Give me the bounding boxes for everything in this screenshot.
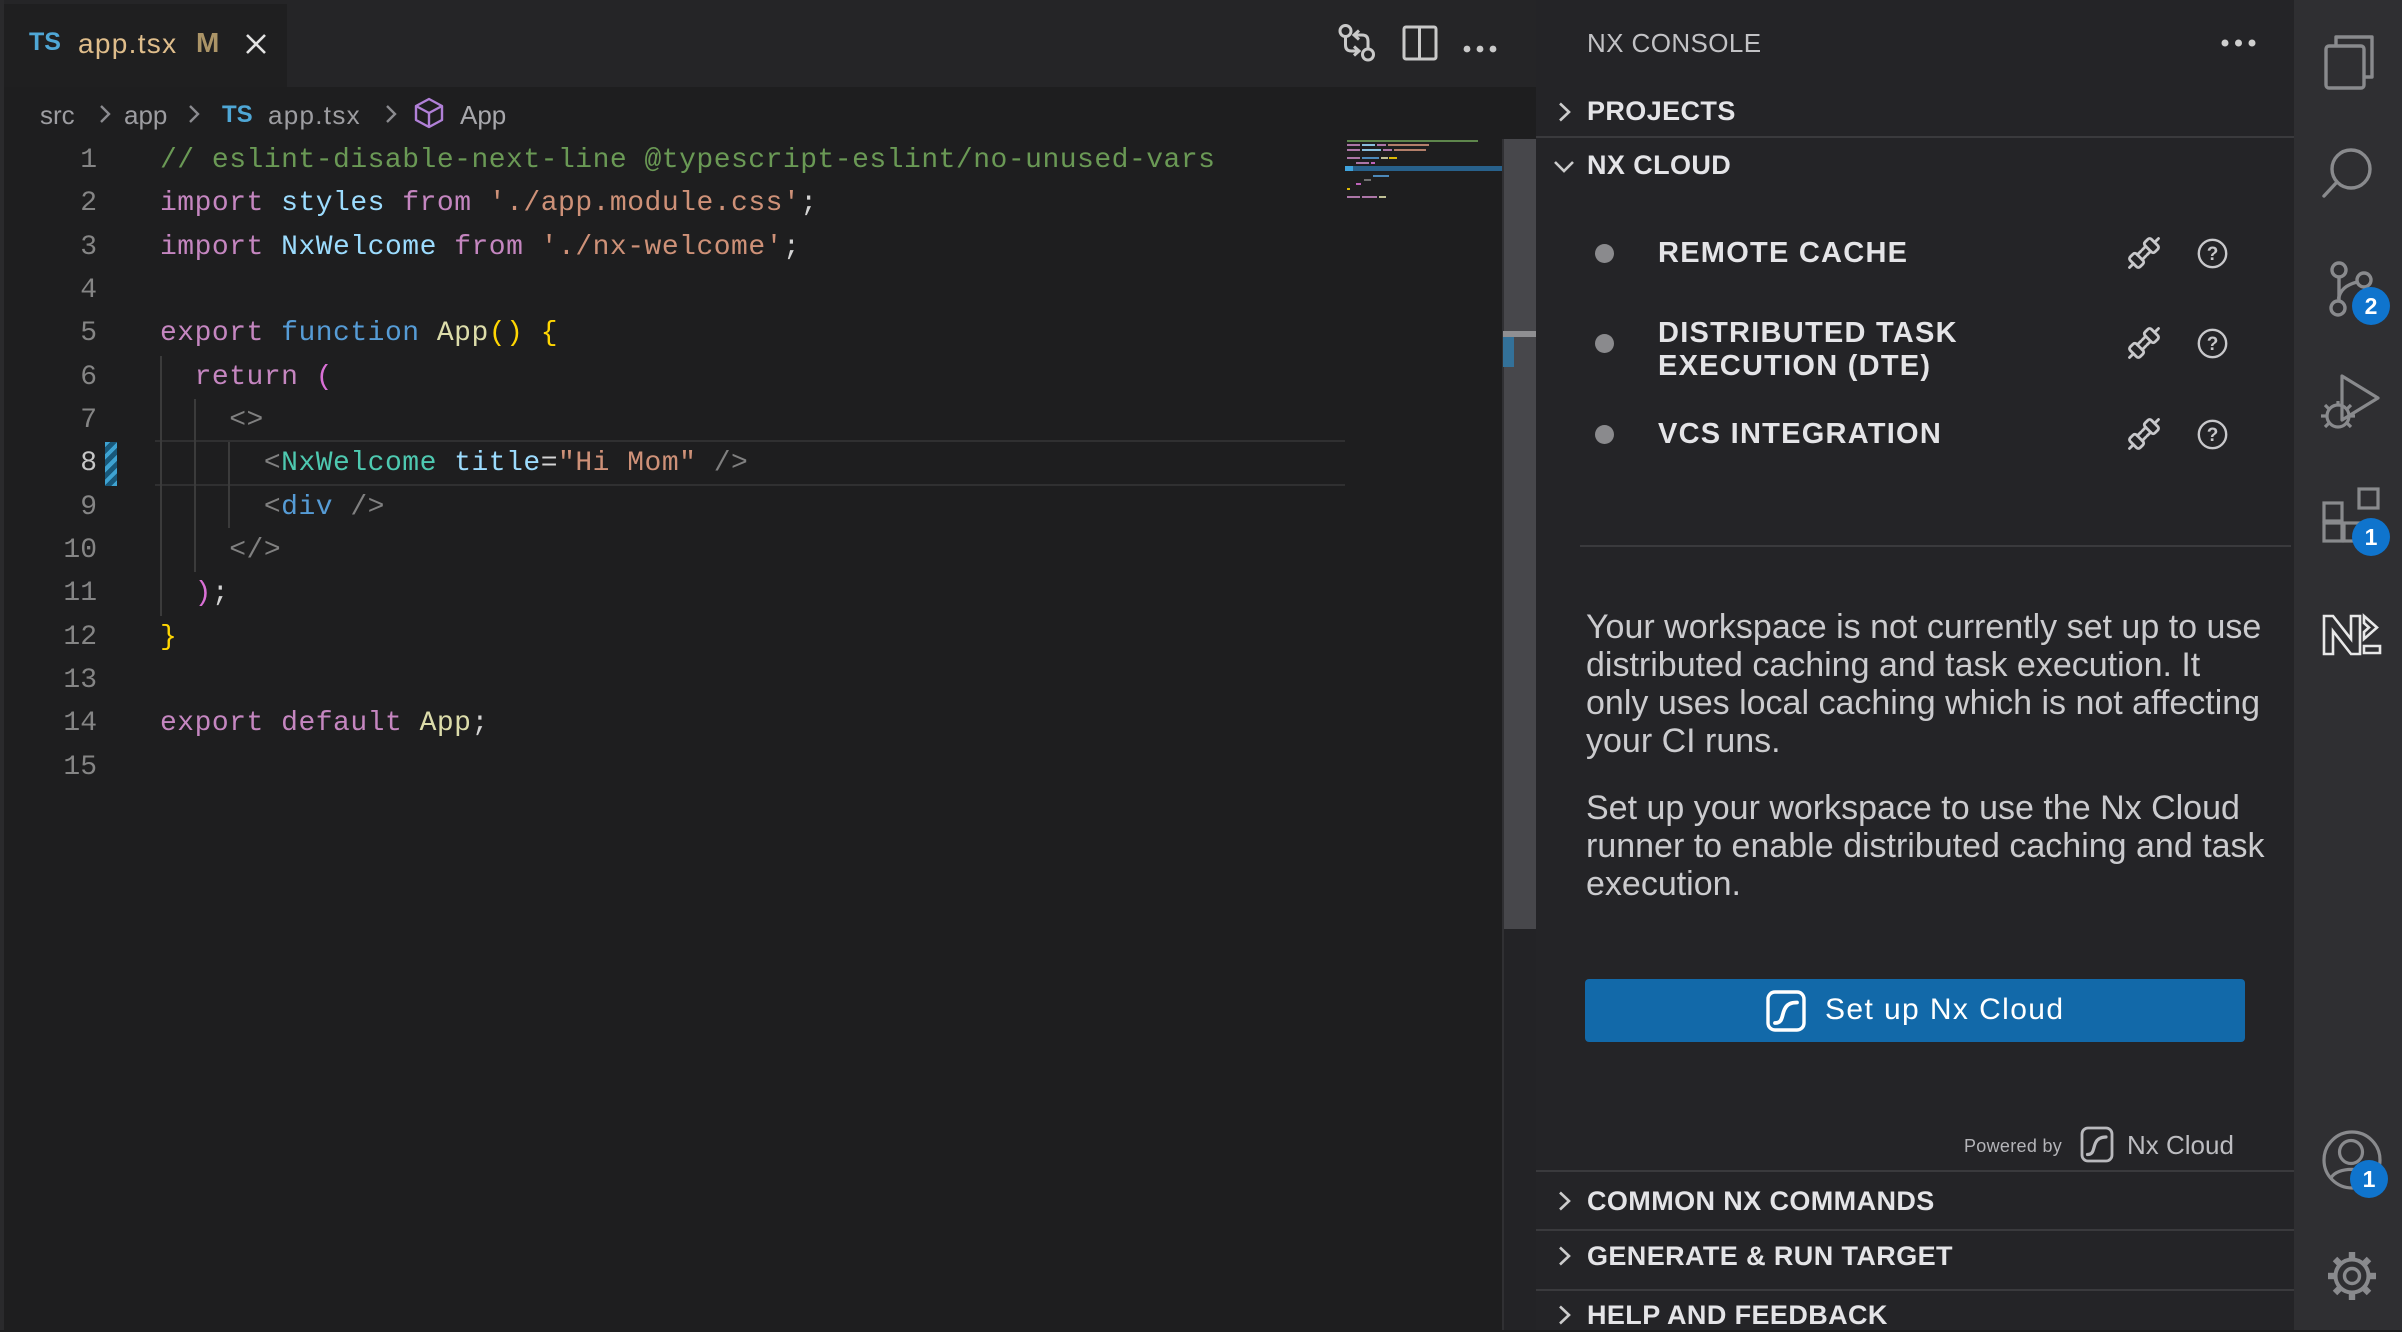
svg-text:?: ?	[2207, 334, 2219, 355]
svg-text:?: ?	[2207, 425, 2219, 446]
svg-text:?: ?	[2207, 244, 2219, 265]
